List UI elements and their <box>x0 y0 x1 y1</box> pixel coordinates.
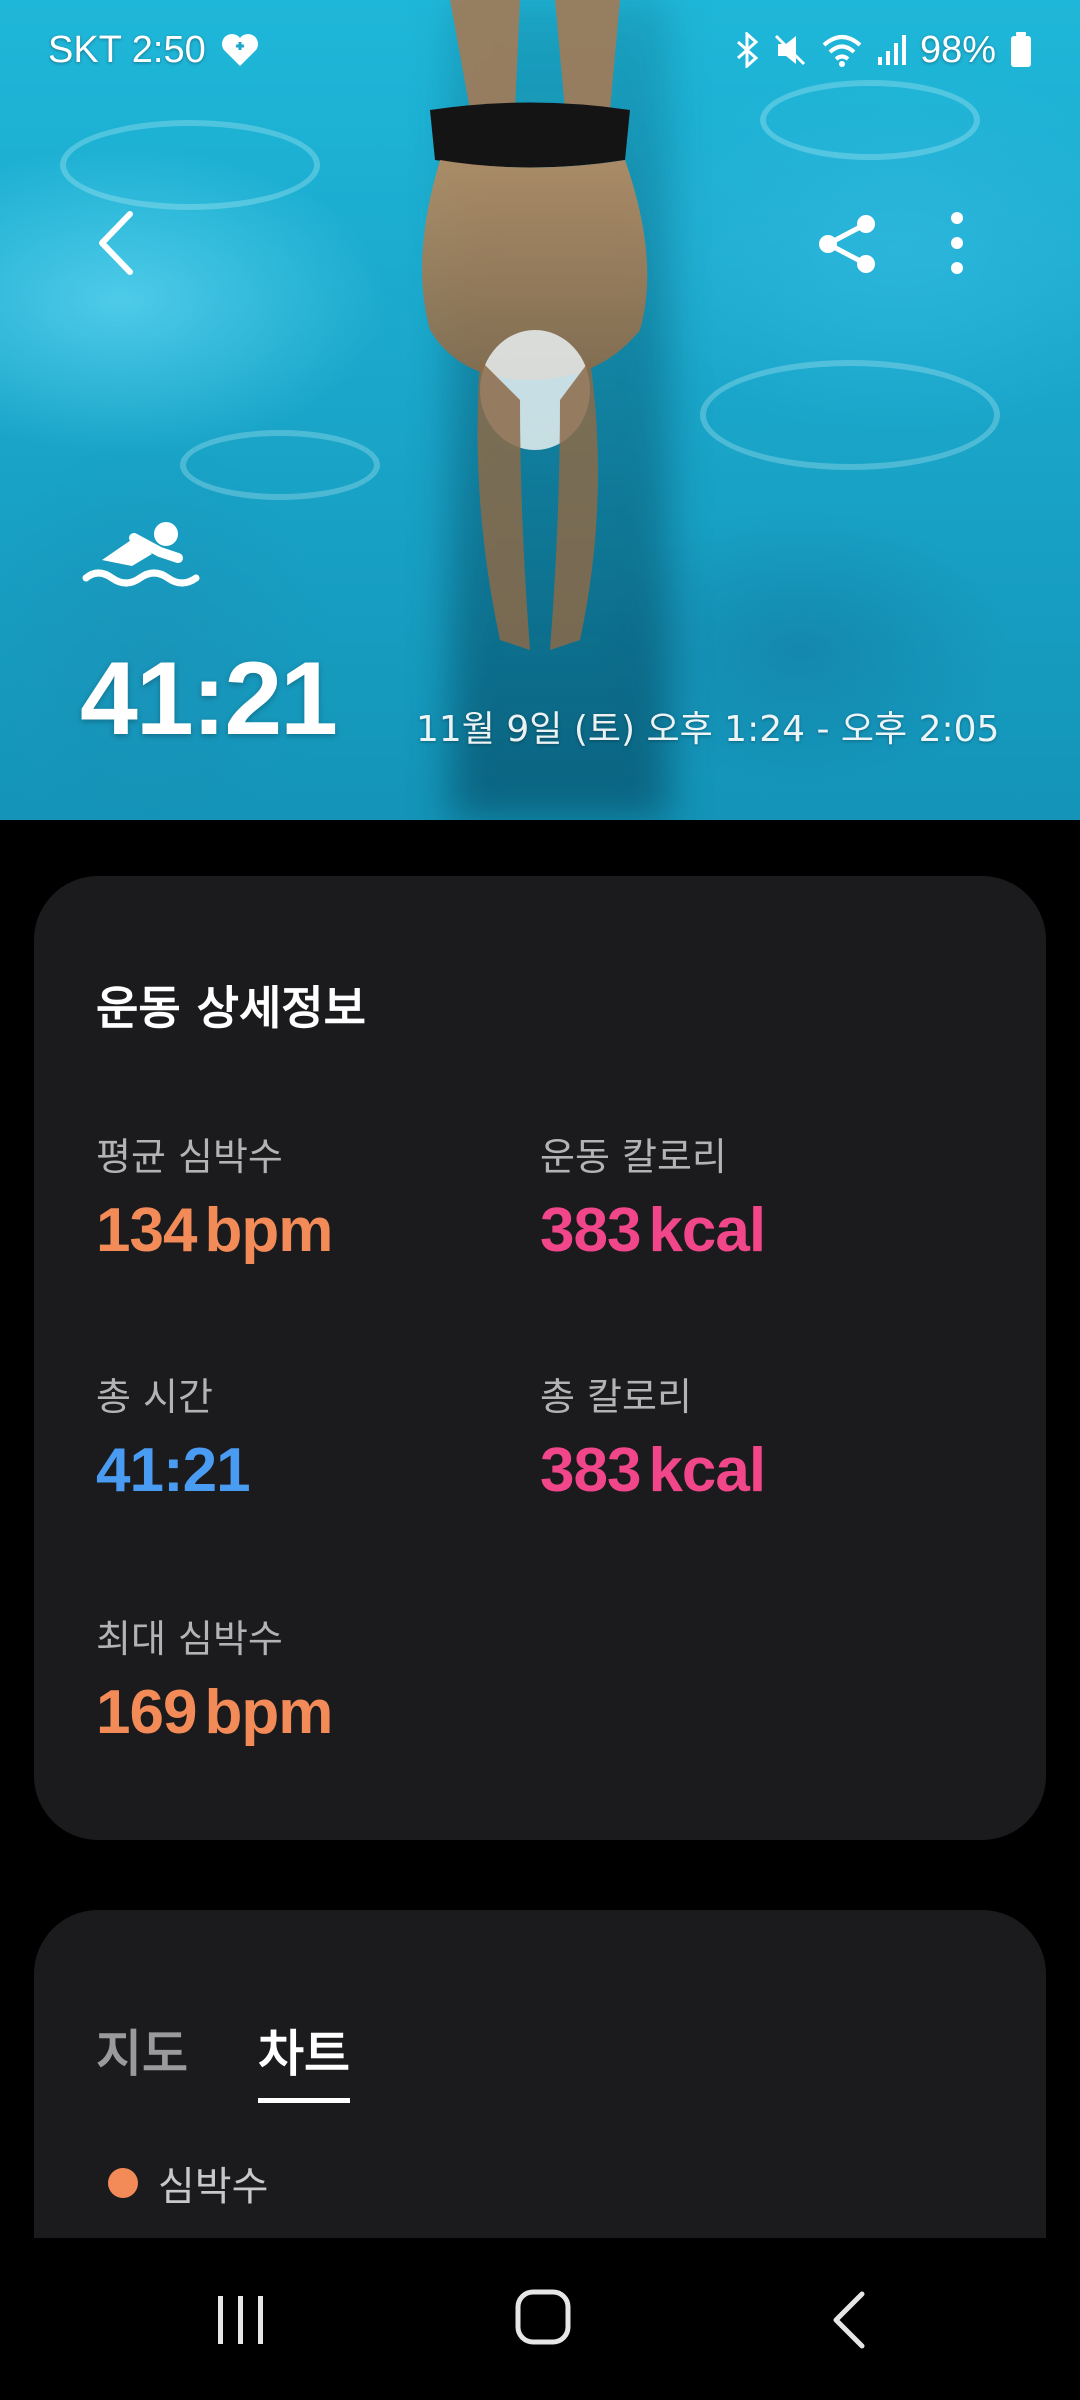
recents-icon[interactable] <box>214 2292 268 2348</box>
stat-value: 383 kcal <box>540 1195 766 1266</box>
home-icon[interactable] <box>514 2288 572 2346</box>
stat-max-heart-rate: 최대 심박수 169 bpm <box>96 1608 333 1748</box>
stat-unit: bpm <box>204 1196 333 1265</box>
hero-toolbar <box>0 200 1080 280</box>
heart-plus-icon <box>221 34 258 66</box>
stat-unit: kcal <box>648 1436 766 1505</box>
stat-label: 총 칼로리 <box>540 1375 692 1419</box>
stat-number: 41:21 <box>96 1436 251 1505</box>
stat-value: 134 bpm <box>96 1195 333 1266</box>
stat-unit: bpm <box>204 1678 333 1747</box>
back-icon[interactable] <box>830 2290 868 2350</box>
wifi-icon <box>822 35 862 67</box>
screen: SKT 2:50 98% 41:21 11월 9일 (토) 오후 1:24 - … <box>0 0 1080 2400</box>
stat-number: 134 <box>96 1196 197 1265</box>
stat-number: 169 <box>96 1678 197 1747</box>
signal-icon <box>877 35 906 65</box>
tab-chart[interactable]: 차트 <box>258 2014 350 2103</box>
back-icon[interactable] <box>86 208 146 278</box>
battery-percent: 98% <box>919 28 996 71</box>
carrier-time: SKT 2:50 <box>48 28 206 71</box>
stat-value: 383 kcal <box>540 1435 766 1506</box>
chart-legend: 심박수 <box>108 2154 268 2212</box>
swimming-icon <box>82 522 200 587</box>
stat-number: 383 <box>540 1436 641 1505</box>
battery-icon <box>1011 32 1031 67</box>
stat-label: 총 시간 <box>96 1375 213 1419</box>
share-icon[interactable] <box>816 212 880 276</box>
legend-dot <box>108 2168 138 2198</box>
mute-icon <box>774 34 805 66</box>
workout-details-card: 운동 상세정보 평균 심박수 134 bpm 운동 칼로리 383 kcal 총 시… <box>34 876 1046 1840</box>
workout-date-range: 11월 9일 (토) 오후 1:24 - 오후 2:05 <box>416 709 1000 750</box>
legend-label: 심박수 <box>158 2164 269 2210</box>
tab-map[interactable]: 지도 <box>96 2014 188 2086</box>
stat-label: 최대 심박수 <box>96 1617 283 1661</box>
stat-value: 41:21 <box>96 1435 258 1506</box>
system-nav-bar <box>0 2238 1080 2400</box>
stat-unit: kcal <box>648 1196 766 1265</box>
stat-value: 169 bpm <box>96 1677 333 1748</box>
hero-banner: SKT 2:50 98% 41:21 11월 9일 (토) 오후 1:24 - … <box>0 0 1080 820</box>
status-right: 98% <box>734 29 1032 72</box>
stat-number: 383 <box>540 1196 641 1265</box>
stat-total-calories: 총 칼로리 383 kcal <box>540 1366 766 1506</box>
stat-avg-heart-rate: 평균 심박수 134 bpm <box>96 1126 333 1266</box>
status-left: SKT 2:50 <box>48 29 260 72</box>
stat-label: 운동 칼로리 <box>540 1135 727 1179</box>
stat-workout-calories: 운동 칼로리 383 kcal <box>540 1126 766 1266</box>
stat-total-time: 총 시간 41:21 <box>96 1366 258 1506</box>
details-title: 운동 상세정보 <box>96 981 366 1035</box>
workout-duration: 41:21 <box>80 641 338 757</box>
more-vertical-icon[interactable] <box>932 210 982 276</box>
status-bar: SKT 2:50 98% <box>0 0 1080 100</box>
stat-label: 평균 심박수 <box>96 1135 283 1179</box>
bluetooth-icon <box>736 32 759 68</box>
